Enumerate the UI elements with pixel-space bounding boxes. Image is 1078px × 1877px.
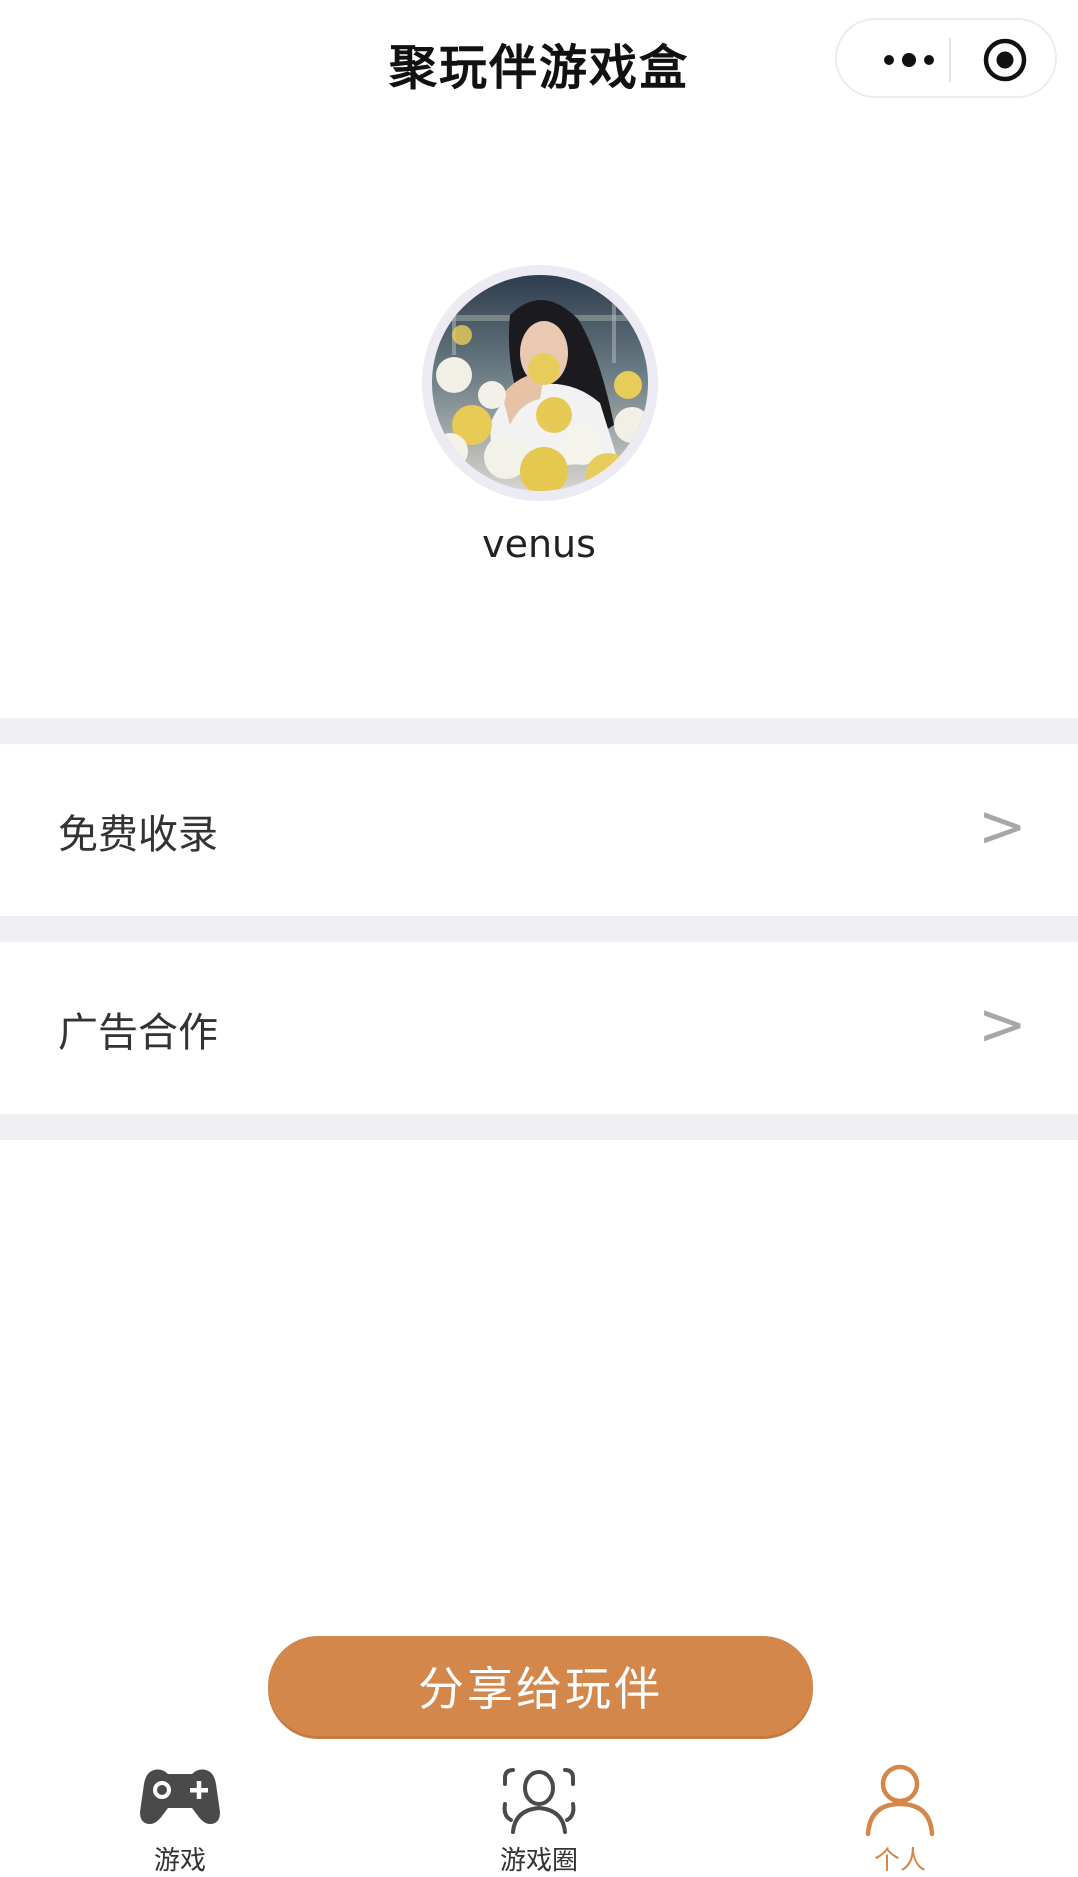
- tab-label: 游戏: [153, 1846, 206, 1876]
- tab-game-circle[interactable]: 游戏圈: [439, 1756, 639, 1876]
- more-dots-icon[interactable]: [871, 42, 947, 78]
- share-button[interactable]: 分享给玩伴: [268, 1636, 813, 1736]
- target-circle-icon[interactable]: [982, 37, 1028, 83]
- menu-item-free-listing[interactable]: 免费收录 >: [0, 744, 1078, 916]
- community-icon: [502, 1768, 576, 1834]
- menu-item-label: 免费收录: [58, 812, 218, 858]
- tab-games[interactable]: 游戏: [80, 1756, 280, 1876]
- menu-capsule: [835, 18, 1057, 98]
- avatar-photo: [432, 275, 648, 491]
- username: venus: [482, 522, 596, 566]
- chevron-right-icon: >: [978, 990, 1027, 1058]
- section-divider: [0, 718, 1078, 744]
- avatar[interactable]: [422, 265, 658, 501]
- section-divider: [0, 916, 1078, 942]
- capsule-divider: [949, 38, 951, 82]
- section-divider: [0, 1114, 1078, 1140]
- tab-personal[interactable]: 个人: [800, 1756, 1000, 1876]
- gamepad-icon: [140, 1769, 220, 1824]
- nav-header: 聚玩伴游戏盒: [0, 0, 1078, 120]
- tab-label: 个人: [873, 1846, 926, 1876]
- menu-item-ad-cooperation[interactable]: 广告合作 >: [0, 942, 1078, 1114]
- tab-label: 游戏圈: [499, 1846, 578, 1876]
- profile-section: venus: [0, 120, 1078, 718]
- menu-item-label: 广告合作: [58, 1010, 218, 1056]
- chevron-right-icon: >: [978, 792, 1027, 860]
- tab-bar: 游戏 游戏圈 个人: [0, 1756, 1078, 1876]
- person-icon: [865, 1764, 935, 1837]
